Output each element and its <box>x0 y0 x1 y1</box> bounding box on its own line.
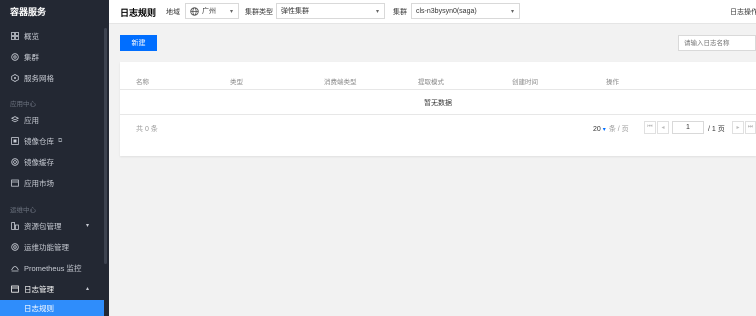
region-value: 广州 <box>202 8 216 15</box>
sidebar-group-ops: 运维中心 <box>10 207 36 214</box>
sidebar-brand: 容器服务 <box>10 7 47 17</box>
app-icon <box>10 115 20 125</box>
external-link-icon: ⧉ <box>58 137 63 144</box>
sidebar-item-label: 资源包管理 <box>24 221 62 231</box>
sidebar-item-label: 集群 <box>24 52 39 62</box>
cluster-label: 集群 <box>393 9 407 16</box>
region-select[interactable]: 广州 ▾ <box>185 3 239 19</box>
column-header-consumer-type: 消费端类型 <box>324 79 357 86</box>
mesh-icon <box>10 73 20 83</box>
new-button[interactable]: 新建 <box>120 35 157 51</box>
monitor-icon <box>10 263 20 273</box>
last-page-icon[interactable]: ⏭ <box>745 121 756 134</box>
divider <box>120 114 756 115</box>
prev-page-icon[interactable]: ◂ <box>657 121 669 134</box>
region-label: 地域 <box>166 9 180 16</box>
first-page-icon[interactable]: ⏮ <box>644 121 656 134</box>
grid-icon <box>10 31 20 41</box>
page-total: / 1 页 <box>708 126 725 133</box>
page-title: 日志规则 <box>120 8 157 18</box>
sidebar-item-label: 概览 <box>24 31 39 41</box>
cluster-icon <box>10 52 20 62</box>
sidebar-item-image-cache[interactable]: 镜像缓存 <box>0 152 104 172</box>
package-icon <box>10 221 20 231</box>
sidebar-item-image-repo[interactable]: 镜像仓库 ⧉ <box>0 131 104 151</box>
column-header-name: 名称 <box>136 79 149 86</box>
sidebar-scrollbar[interactable] <box>104 28 107 264</box>
page-size-unit: 条 / 页 <box>608 126 629 133</box>
sidebar-item-cluster[interactable]: 集群 <box>0 47 104 67</box>
column-header-extract-mode: 提取模式 <box>418 79 444 86</box>
sidebar-item-prometheus[interactable]: Prometheus 监控 <box>0 258 104 278</box>
log-rules-table: 名称 类型 消费端类型 提取模式 创建时间 操作 暂无数据 共 0 条 20 ▾… <box>120 62 756 156</box>
sidebar-item-overview[interactable]: 概览 <box>0 26 104 46</box>
sidebar-item-label: 镜像仓库 <box>24 136 54 146</box>
cache-icon <box>10 157 20 167</box>
globe-icon <box>190 6 199 16</box>
sidebar-item-label: Prometheus 监控 <box>24 263 82 273</box>
cluster-type-label: 集群类型 <box>245 9 273 16</box>
market-icon <box>10 178 20 188</box>
ops-icon <box>10 242 20 252</box>
page-size-value: 20 <box>593 125 601 133</box>
chevron-up-icon: ▴ <box>86 286 90 292</box>
sidebar-item-label: 运维功能管理 <box>24 242 69 252</box>
sidebar-item-label: 应用 <box>24 115 39 125</box>
sidebar-item-app[interactable]: 应用 <box>0 110 104 130</box>
sidebar-item-label: 服务网格 <box>24 73 54 83</box>
sidebar-item-app-market[interactable]: 应用市场 <box>0 173 104 193</box>
chevron-down-icon: ▾ <box>229 9 233 15</box>
total-count: 共 0 条 <box>136 126 158 133</box>
log-icon <box>10 284 20 294</box>
divider <box>120 89 756 90</box>
sidebar-item-package[interactable]: 资源包管理 ▾ <box>0 216 104 236</box>
sidebar-subitem-log-rules[interactable]: 日志规则 <box>0 300 104 316</box>
next-page-icon[interactable]: ▸ <box>732 121 744 134</box>
page-size-select[interactable]: 20 ▾ 条 / 页 <box>593 124 629 134</box>
sidebar-group-app: 应用中心 <box>10 101 36 108</box>
cluster-type-select[interactable]: 弹性集群 ▾ <box>276 3 385 19</box>
search-input[interactable] <box>678 35 756 51</box>
page-number-input[interactable]: 1 <box>672 121 704 134</box>
sidebar-item-service-mesh[interactable]: 服务网格 <box>0 68 104 88</box>
sidebar-item-label: 镜像缓存 <box>24 157 54 167</box>
column-header-type: 类型 <box>230 79 243 86</box>
cluster-select[interactable]: cls-n3bysyn0(saga) ▾ <box>411 3 520 19</box>
sidebar: 容器服务 概览 集群 服务网格 应用中心 应用 镜像仓库 ⧉ 镜像缓存 应用市场… <box>0 0 109 316</box>
log-operation-link[interactable]: 日志操作 <box>730 7 756 17</box>
image-repo-icon <box>10 136 20 146</box>
chevron-down-icon: ▾ <box>375 9 379 15</box>
column-header-actions: 操作 <box>606 79 619 86</box>
chevron-down-icon: ▾ <box>510 9 514 15</box>
chevron-down-icon: ▾ <box>602 126 606 133</box>
topbar: 日志规则 地域 广州 ▾ 集群类型 弹性集群 ▾ 集群 cls-n3bysyn0… <box>109 0 756 24</box>
empty-state-text: 暂无数据 <box>424 100 452 107</box>
cluster-value: cls-n3bysyn0(saga) <box>416 7 477 15</box>
sidebar-item-log-management[interactable]: 日志管理 ▴ <box>0 279 104 299</box>
sidebar-item-label: 应用市场 <box>24 178 54 188</box>
sidebar-item-ops-function[interactable]: 运维功能管理 <box>0 237 104 257</box>
cluster-type-value: 弹性集群 <box>281 8 309 15</box>
column-header-created-time: 创建时间 <box>512 79 538 86</box>
chevron-down-icon: ▾ <box>86 223 90 229</box>
sidebar-item-label: 日志管理 <box>24 284 54 294</box>
